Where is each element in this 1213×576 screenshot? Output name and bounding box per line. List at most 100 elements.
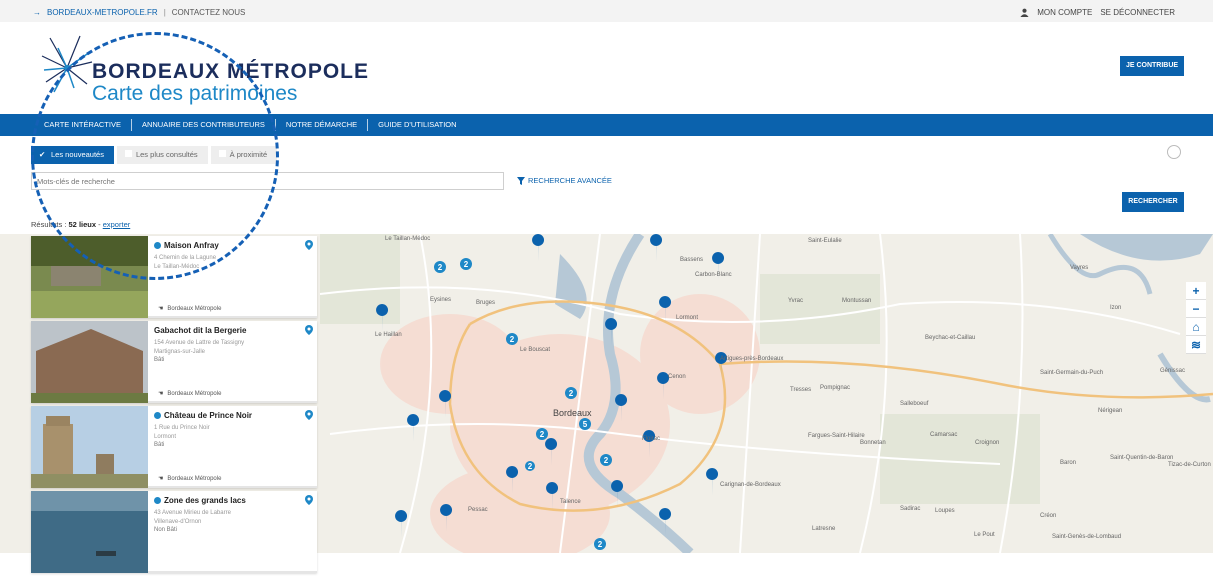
advanced-search-link[interactable]: RECHERCHE AVANCÉE: [517, 176, 612, 185]
results-prefix: Résultats :: [31, 220, 69, 229]
map-label: Talence: [560, 499, 581, 505]
contribute-button[interactable]: JE CONTRIBUE: [1120, 56, 1184, 76]
place-photo: [31, 491, 148, 573]
advanced-search-label: RECHERCHE AVANCÉE: [528, 176, 612, 185]
home-icon[interactable]: ⌂: [1186, 318, 1206, 336]
place-type: Bâti: [154, 357, 165, 363]
my-account-link[interactable]: MON COMPTE: [1037, 8, 1092, 17]
cluster-label: 2: [464, 260, 469, 269]
filter-label: Les nouveautés: [51, 150, 104, 159]
map-label: Le Bouscat: [520, 347, 550, 353]
place-name-label: Zone des grands lacs: [164, 496, 246, 505]
zoom-in-button[interactable]: +: [1186, 282, 1206, 300]
nav-item-contributors[interactable]: ANNUAIRE DES CONTRIBUTEURS: [130, 119, 275, 131]
place-name-label: Château de Prince Noir: [164, 411, 253, 420]
owner-label: Bordeaux Métropole: [167, 305, 222, 312]
map-label: Le Taillan-Médoc: [385, 236, 430, 242]
place-type: Bâti: [154, 442, 165, 448]
verified-icon: [154, 242, 161, 249]
hand-icon: ☚: [158, 391, 164, 397]
user-icon: [1020, 8, 1029, 17]
place-name[interactable]: Maison Anfray: [154, 241, 219, 250]
layers-icon[interactable]: ≋: [1186, 336, 1206, 354]
place-name[interactable]: Château de Prince Noir: [154, 411, 252, 420]
map-label: Artigues-près-Bordeaux: [720, 356, 783, 362]
filter-newest[interactable]: ✔ Les nouveautés: [31, 146, 114, 164]
place-type: Non Bâti: [154, 527, 178, 533]
map-label: Camarsac: [930, 432, 957, 438]
cluster-label: 2: [569, 389, 574, 398]
divider: |: [163, 8, 166, 17]
map-label: Pompignac: [820, 385, 850, 391]
place-name[interactable]: Gabachot dit la Bergerie: [154, 326, 246, 335]
map-label: Croignon: [975, 440, 999, 446]
place-owner: ☚ Bordeaux Métropole: [158, 305, 222, 313]
address-line: 4 Chemin de la Lagune: [154, 255, 217, 261]
main-nav: CARTE INTÉRACTIVE ANNUAIRE DES CONTRIBUT…: [0, 114, 1213, 136]
compass-icon[interactable]: [1167, 145, 1181, 159]
contact-link[interactable]: CONTACTEZ NOUS: [172, 8, 246, 17]
owner-label: Bordeaux Métropole: [167, 390, 222, 397]
map-pin-icon[interactable]: [305, 240, 313, 250]
cluster-label: 2: [528, 462, 533, 471]
logo-subtitle: Carte des patrimoines: [92, 82, 298, 105]
logo-star-icon: [41, 35, 93, 93]
checkbox-icon: [124, 150, 132, 157]
results-list: Maison Anfray 4 Chemin de la Lagune Le Ta…: [31, 236, 317, 576]
hand-icon: ☚: [158, 306, 164, 312]
map-label: Le Pout: [974, 532, 995, 538]
map-label: Yvrac: [788, 298, 803, 304]
list-item[interactable]: Gabachot dit la Bergerie 154 Avenue de L…: [31, 321, 317, 403]
filter-nearby[interactable]: À proximité: [210, 146, 278, 164]
cluster-label: 2: [510, 335, 515, 344]
map-label: Cenon: [668, 374, 686, 380]
place-name-label: Gabachot dit la Bergerie: [154, 326, 247, 335]
cluster-label: 5: [583, 420, 588, 429]
map-label: Tresses: [790, 387, 811, 393]
map-label: Beychac-et-Caillau: [925, 335, 975, 341]
list-item[interactable]: Zone des grands lacs 43 Avenue Mirieu de…: [31, 491, 317, 573]
place-name[interactable]: Zone des grands lacs: [154, 496, 246, 505]
map-pin-icon[interactable]: [305, 495, 313, 505]
filter-label: À proximité: [229, 150, 268, 159]
results-separator: -: [96, 220, 103, 229]
map-pin-icon[interactable]: [305, 325, 313, 335]
search-button[interactable]: RECHERCHER: [1122, 192, 1184, 212]
map-pin-icon[interactable]: [305, 410, 313, 420]
map-controls: + − ⌂ ≋: [1186, 282, 1206, 354]
site-link[interactable]: BORDEAUX-METROPOLE.FR: [47, 8, 158, 17]
export-link[interactable]: exporter: [103, 220, 131, 229]
map-label: Sadirac: [900, 506, 920, 512]
address-city: Lormont: [154, 433, 177, 440]
logout-link[interactable]: SE DÉCONNECTER: [1100, 8, 1175, 17]
map-label: Saint-Genès-de-Lombaud: [1052, 534, 1121, 540]
map-label: Izon: [1110, 305, 1121, 311]
map-label: Salleboeuf: [900, 401, 929, 407]
map-label: Carignan-de-Bordeaux: [720, 482, 781, 488]
nav-item-interactive-map[interactable]: CARTE INTÉRACTIVE: [36, 119, 131, 131]
list-item[interactable]: Maison Anfray 4 Chemin de la Lagune Le Ta…: [31, 236, 317, 318]
address-line: 1 Rue du Prince Noir: [154, 425, 210, 431]
cluster-label: 2: [604, 456, 609, 465]
map-label: Pessac: [468, 507, 488, 513]
map-label: Saint-Quentin-de-Baron: [1110, 455, 1173, 461]
map-label: Eysines: [430, 297, 451, 303]
map-label: Latresne: [812, 526, 836, 532]
place-photo: [31, 236, 148, 318]
map-label: Vayres: [1070, 265, 1088, 271]
map-label: Tizac-de-Curton: [1168, 462, 1211, 468]
zoom-out-button[interactable]: −: [1186, 300, 1206, 318]
verified-icon: [154, 497, 161, 504]
search-input[interactable]: [31, 172, 504, 190]
nav-item-approach[interactable]: NOTRE DÉMARCHE: [274, 119, 367, 131]
filter-icon: [517, 176, 525, 185]
place-address: 1 Rue du Prince Noir Lormont Bâti: [154, 424, 210, 450]
site-logo[interactable]: BORDEAUX MÉTROPOLE Carte des patrimoines: [40, 30, 370, 110]
owner-label: Bordeaux Métropole: [167, 475, 222, 482]
list-item[interactable]: Château de Prince Noir 1 Rue du Prince N…: [31, 406, 317, 488]
nav-item-guide[interactable]: GUIDE D'UTILISATION: [367, 119, 466, 131]
top-bar: → BORDEAUX-METROPOLE.FR | CONTACTEZ NOUS…: [0, 0, 1213, 22]
address-line: 154 Avenue de Lattre de Tassigny: [154, 340, 245, 346]
filter-most-viewed[interactable]: Les plus consultés: [116, 146, 208, 164]
address-line: 43 Avenue Mirieu de Labarre: [154, 510, 231, 516]
